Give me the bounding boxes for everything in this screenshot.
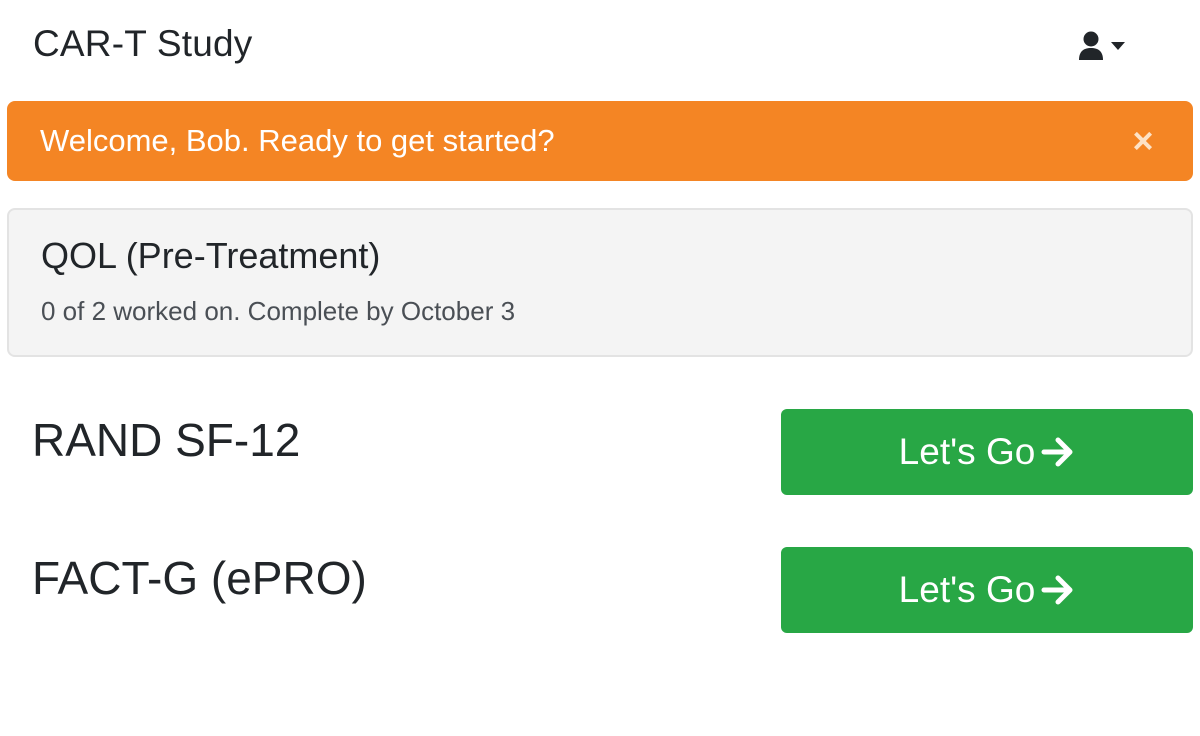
questionnaire-card: QOL (Pre-Treatment) 0 of 2 worked on. Co…: [7, 208, 1193, 357]
brand-link[interactable]: CAR-T Study: [33, 22, 252, 66]
card-subtitle: 0 of 2 worked on. Complete by October 3: [41, 296, 516, 326]
lets-go-button[interactable]: Let's Go: [781, 547, 1193, 633]
caret-down-icon: [1110, 41, 1126, 51]
user-menu-toggle[interactable]: [1078, 29, 1134, 63]
survey-row: FACT-G (ePRO) Let's Go: [0, 545, 1200, 635]
button-label: Let's Go: [898, 431, 1036, 472]
arrow-right-icon: [1041, 437, 1075, 467]
page: CAR-T Study Welcome, Bob. Ready to get s…: [0, 0, 1200, 736]
alert-message: Welcome, Bob. Ready to get started?: [40, 123, 555, 158]
navbar: CAR-T Study: [0, 0, 1200, 88]
survey-name: FACT-G (ePRO): [32, 552, 367, 604]
survey-row: RAND SF-12 Let's Go: [0, 407, 1200, 497]
card-title: QOL (Pre-Treatment): [41, 235, 381, 276]
lets-go-button[interactable]: Let's Go: [781, 409, 1193, 495]
arrow-right-icon: [1041, 575, 1075, 605]
user-icon: [1078, 31, 1104, 61]
button-label: Let's Go: [898, 569, 1036, 610]
survey-name: RAND SF-12: [32, 414, 301, 466]
welcome-alert: Welcome, Bob. Ready to get started? ×: [7, 101, 1193, 181]
close-icon[interactable]: ×: [1123, 121, 1163, 161]
